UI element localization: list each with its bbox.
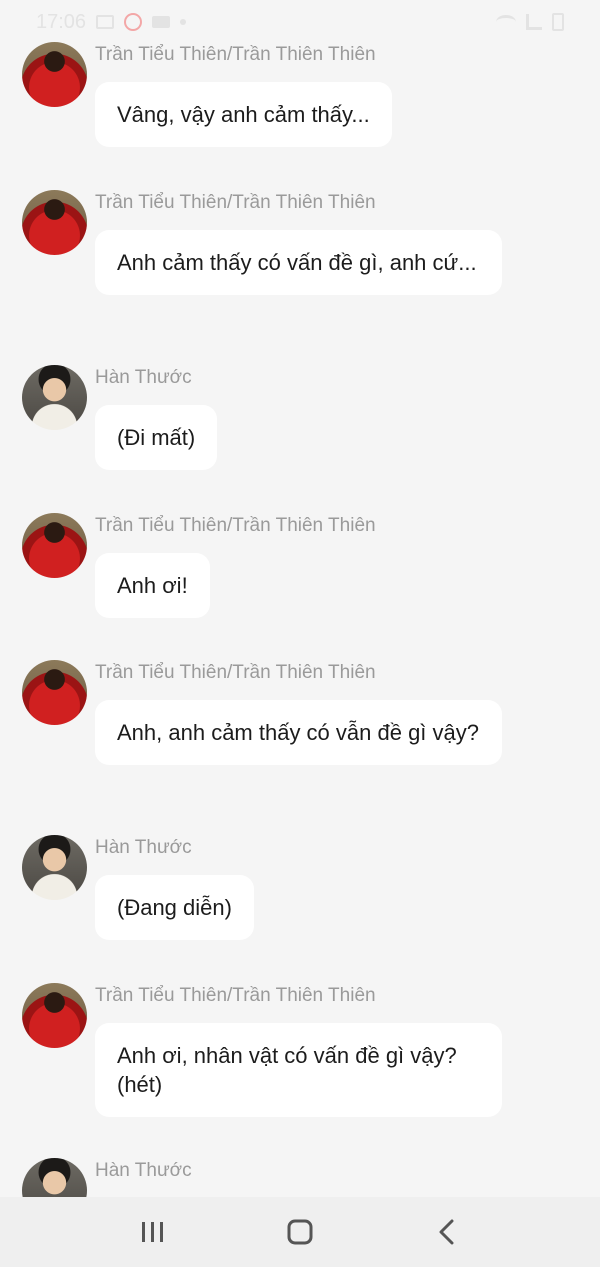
avatar[interactable] [22,983,87,1048]
sender-name: Hàn Thước [95,837,192,858]
sender-name: Trần Tiểu Thiên/Trần Thiên Thiên [95,44,376,65]
message-bubble[interactable]: (Đang diễn) [95,875,254,940]
back-icon [439,1219,454,1245]
message-bubble[interactable]: Anh ơi, nhân vật có vấn đề gì vậy? (hét) [95,1023,502,1117]
home-icon [287,1219,313,1245]
message-bubble[interactable]: (Đi mất) [95,405,218,470]
avatar[interactable] [22,190,87,255]
message-bubble[interactable]: Anh ơi! [95,553,210,618]
home-button[interactable] [278,1210,322,1254]
message-bubble[interactable]: Vâng, vậy anh cảm thấy... [95,82,392,147]
sender-name: Trần Tiểu Thiên/Trần Thiên Thiên [95,515,376,536]
avatar[interactable] [22,513,87,578]
back-button[interactable] [425,1210,469,1254]
message-bubble[interactable]: Anh, anh cảm thấy có vẫn đề gì vậy? [95,700,502,765]
avatar[interactable] [22,42,87,107]
sender-name: Trần Tiểu Thiên/Trần Thiên Thiên [95,662,376,683]
recents-button[interactable] [131,1210,175,1254]
message-bubble[interactable]: Anh cảm thấy có vấn đề gì, anh cứ... [95,230,502,295]
sender-name: Trần Tiểu Thiên/Trần Thiên Thiên [95,192,376,213]
recents-icon [142,1222,164,1242]
sender-name: Trần Tiểu Thiên/Trần Thiên Thiên [95,985,376,1006]
avatar[interactable] [22,1158,87,1197]
avatar[interactable] [22,660,87,725]
avatar[interactable] [22,365,87,430]
sender-name: Hàn Thước [95,1160,192,1181]
navigation-bar [0,1197,600,1267]
avatar[interactable] [22,835,87,900]
sender-name: Hàn Thước [95,367,192,388]
chat-list[interactable]: Trần Tiểu Thiên/Trần Thiên Thiên Vâng, v… [0,0,600,1197]
